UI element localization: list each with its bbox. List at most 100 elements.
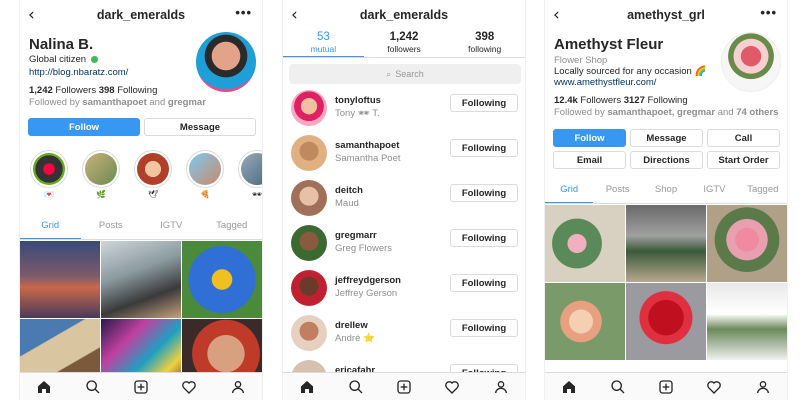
following-button[interactable]: Following — [450, 184, 518, 202]
user-username[interactable]: samanthapoet — [335, 140, 399, 151]
heart-icon[interactable] — [444, 379, 460, 395]
heart-icon[interactable] — [706, 379, 722, 395]
more-options-icon[interactable]: ••• — [235, 5, 252, 20]
user-subtitle: Jeffrey Gerson — [335, 288, 398, 299]
followed-by-user[interactable]: samanthapoet — [82, 97, 146, 108]
story-highlight[interactable] — [82, 150, 120, 188]
add-post-icon[interactable] — [396, 379, 412, 395]
search-icon[interactable] — [610, 379, 626, 395]
grid-photo[interactable] — [707, 205, 787, 282]
list-item[interactable]: gregmarr Greg Flowers Following — [283, 225, 525, 269]
follow-button[interactable]: Follow — [28, 118, 140, 136]
list-item[interactable]: tonyloftus Tony 🕶 T. Following — [283, 90, 525, 134]
user-avatar[interactable] — [291, 135, 327, 171]
heart-icon[interactable] — [181, 379, 197, 395]
following-button[interactable]: Following — [450, 139, 518, 157]
followers-label[interactable]: Followers — [580, 95, 621, 106]
story-highlight[interactable] — [30, 150, 68, 188]
tab-igtv[interactable]: IGTV — [141, 212, 202, 239]
profile-link[interactable]: http://blog.nbaratz.com/ — [29, 67, 128, 78]
followed-by-user[interactable]: samanthapoet, gregmar — [607, 107, 715, 118]
grid-photo[interactable] — [626, 205, 706, 282]
add-post-icon[interactable] — [658, 379, 674, 395]
back-arrow-icon[interactable]: ‹ — [553, 6, 569, 24]
profile-icon[interactable] — [493, 379, 509, 395]
more-options-icon[interactable]: ••• — [760, 5, 777, 20]
followed-by[interactable]: Followed by samanthapoet and gregmar — [29, 97, 206, 108]
profile-category: Flower Shop — [554, 55, 608, 66]
profile-link[interactable]: www.amethystfleur.com/ — [554, 77, 656, 88]
directions-button[interactable]: Directions — [630, 151, 703, 169]
grid-photo[interactable] — [101, 241, 181, 318]
followed-by-others[interactable]: 74 others — [736, 107, 778, 118]
message-button[interactable]: Message — [144, 118, 256, 136]
grid-photo[interactable] — [20, 241, 100, 318]
tab-grid[interactable]: Grid — [545, 176, 594, 203]
home-icon[interactable] — [561, 379, 577, 395]
following-count[interactable]: 398 — [99, 85, 115, 96]
following-button[interactable]: Following — [450, 319, 518, 337]
search-icon[interactable] — [85, 379, 101, 395]
followers-count[interactable]: 12.4k — [554, 95, 578, 106]
user-username[interactable]: deitch — [335, 185, 363, 196]
tab-following[interactable]: 398 following — [444, 28, 525, 57]
tab-posts[interactable]: Posts — [81, 212, 142, 239]
user-avatar[interactable] — [291, 225, 327, 261]
search-icon[interactable] — [348, 379, 364, 395]
user-username[interactable]: drellew — [335, 320, 368, 331]
tab-shop[interactable]: Shop — [642, 176, 690, 203]
user-username[interactable]: gregmarr — [335, 230, 377, 241]
grid-photo[interactable] — [626, 283, 706, 360]
user-avatar[interactable] — [291, 90, 327, 126]
tab-igtv[interactable]: IGTV — [690, 176, 738, 203]
grid-photo[interactable] — [545, 205, 625, 282]
tab-grid[interactable]: Grid — [20, 212, 81, 239]
back-arrow-icon[interactable]: ‹ — [291, 6, 307, 24]
story-highlight[interactable] — [186, 150, 224, 188]
email-button[interactable]: Email — [553, 151, 626, 169]
story-highlight[interactable] — [238, 150, 262, 188]
header-username: dark_emeralds — [359, 8, 449, 22]
follow-button[interactable]: Follow — [553, 129, 626, 147]
tab-followers[interactable]: 1,242 followers — [364, 28, 445, 57]
followed-by-user[interactable]: gregmar — [168, 97, 206, 108]
followers-label[interactable]: Followers — [55, 85, 96, 96]
following-count[interactable]: 3127 — [624, 95, 645, 106]
user-avatar[interactable] — [291, 270, 327, 306]
following-button[interactable]: Following — [450, 94, 518, 112]
profile-icon[interactable] — [230, 379, 246, 395]
followers-count[interactable]: 1,242 — [29, 85, 53, 96]
add-post-icon[interactable] — [133, 379, 149, 395]
profile-avatar[interactable] — [196, 32, 256, 92]
list-item[interactable]: deitch Maud Following — [283, 180, 525, 224]
tab-posts[interactable]: Posts — [593, 176, 641, 203]
home-icon[interactable] — [299, 379, 315, 395]
user-avatar[interactable] — [291, 180, 327, 216]
user-username[interactable]: tonyloftus — [335, 95, 381, 106]
list-item[interactable]: drellew André ⭐ Following — [283, 315, 525, 359]
tab-mutual[interactable]: 53 mutual — [283, 28, 364, 57]
following-button[interactable]: Following — [450, 274, 518, 292]
following-button[interactable]: Following — [450, 229, 518, 247]
following-label[interactable]: Following — [648, 95, 688, 106]
grid-photo[interactable] — [182, 241, 262, 318]
start-order-button[interactable]: Start Order — [707, 151, 780, 169]
profile-icon[interactable] — [755, 379, 771, 395]
message-button[interactable]: Message — [630, 129, 703, 147]
grid-photo[interactable] — [545, 283, 625, 360]
following-label[interactable]: Following — [117, 85, 157, 96]
user-username[interactable]: jeffreydgerson — [335, 275, 401, 286]
list-item[interactable]: jeffreydgerson Jeffrey Gerson Following — [283, 270, 525, 314]
followed-by[interactable]: Followed by samanthapoet, gregmar and 74… — [554, 107, 778, 118]
list-item[interactable]: samanthapoet Samantha Poet Following — [283, 135, 525, 179]
tab-tagged[interactable]: Tagged — [739, 176, 787, 203]
search-input[interactable]: ⌕ Search — [289, 64, 521, 84]
user-avatar[interactable] — [291, 315, 327, 351]
call-button[interactable]: Call — [707, 129, 780, 147]
profile-avatar[interactable] — [721, 32, 781, 92]
story-highlight[interactable] — [134, 150, 172, 188]
grid-photo[interactable] — [707, 283, 787, 360]
home-icon[interactable] — [36, 379, 52, 395]
back-arrow-icon[interactable]: ‹ — [28, 6, 44, 24]
tab-tagged[interactable]: Tagged — [202, 212, 263, 239]
